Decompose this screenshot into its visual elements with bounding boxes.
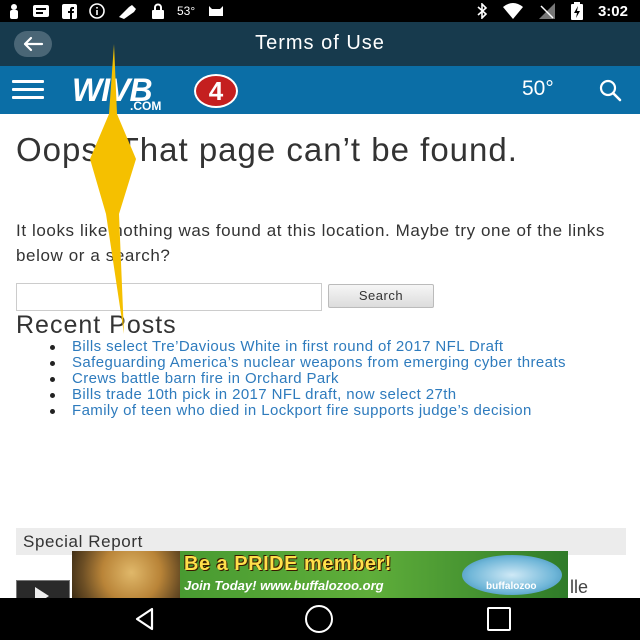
ad-logo-text: buffalozoo [486,581,537,592]
cat-icon [209,6,224,16]
site-logo[interactable]: WIVB .COM 4 [72,72,254,113]
list-item: Crews battle barn fire in Orchard Park [48,371,610,387]
app-bar-title: Terms of Use [255,32,385,54]
list-item: Bills trade 10th pick in 2017 NFL draft,… [48,387,610,403]
main-content: Oops! That page can’t be found. It looks… [0,114,640,598]
recent-posts-list: Bills select Tre’Davious White in first … [48,339,610,419]
list-item: Family of teen who died in Lockport fire… [48,403,610,419]
weather-temperature[interactable]: 50° [522,77,554,101]
search-icon[interactable] [598,78,622,102]
list-item: Safeguarding America’s nuclear weapons f… [48,355,610,371]
play-icon [35,587,49,598]
app-bar: Terms of Use [0,22,640,66]
hamburger-menu-button[interactable] [12,80,44,100]
post-link[interactable]: Crews battle barn fire in Orchard Park [72,370,339,387]
logo-badge: 4 [194,74,238,108]
lion-image [72,551,180,598]
page-title: Oops! That page can’t be found. [16,131,518,168]
video-thumbnail[interactable] [16,580,70,598]
recents-square-icon[interactable] [487,607,511,631]
post-link[interactable]: Safeguarding America’s nuclear weapons f… [72,354,566,371]
search-input[interactable] [16,283,322,311]
not-found-message: It looks like nothing was found at this … [16,221,605,265]
facebook-icon [62,3,77,19]
status-bar-left: 53° [8,3,225,19]
hamburger-line [12,88,44,91]
battery-icon [570,2,583,20]
back-triangle-icon[interactable] [132,606,158,632]
wifi-icon [502,3,523,19]
home-circle-icon[interactable] [305,605,333,633]
message-icon [33,5,49,17]
status-temperature: 53° [177,4,196,18]
search-button[interactable]: Search [328,284,434,308]
status-bar-right: 3:02 [476,2,628,20]
hamburger-line [12,80,44,83]
special-report-fragment: lle [570,577,589,597]
post-link[interactable]: Bills trade 10th pick in 2017 NFL draft,… [72,386,457,403]
tool-icon [119,5,136,19]
list-item: Bills select Tre’Davious White in first … [48,339,610,355]
status-time: 3:02 [597,2,628,20]
system-nav-bar [0,598,640,640]
post-link[interactable]: Family of teen who died in Lockport fire… [72,402,532,419]
status-bar: 53° 3:02 [0,0,640,22]
ad-headline: Be a PRIDE member! [184,553,392,575]
bluetooth-icon [477,3,488,19]
logo-sub: .COM [130,99,162,113]
site-header: WIVB .COM 4 50° [0,66,640,114]
hamburger-line [12,96,44,99]
ad-banner[interactable]: Be a PRIDE member! Join Today! www.buffa… [72,551,568,598]
signal-icon [538,3,555,19]
post-link[interactable]: Bills select Tre’Davious White in first … [72,338,503,355]
ad-subline: Join Today! www.buffalozoo.org [184,578,384,593]
person-icon [10,3,18,19]
recent-posts-title: Recent Posts [16,311,177,339]
info-icon [89,3,105,19]
lock-icon [152,3,164,19]
